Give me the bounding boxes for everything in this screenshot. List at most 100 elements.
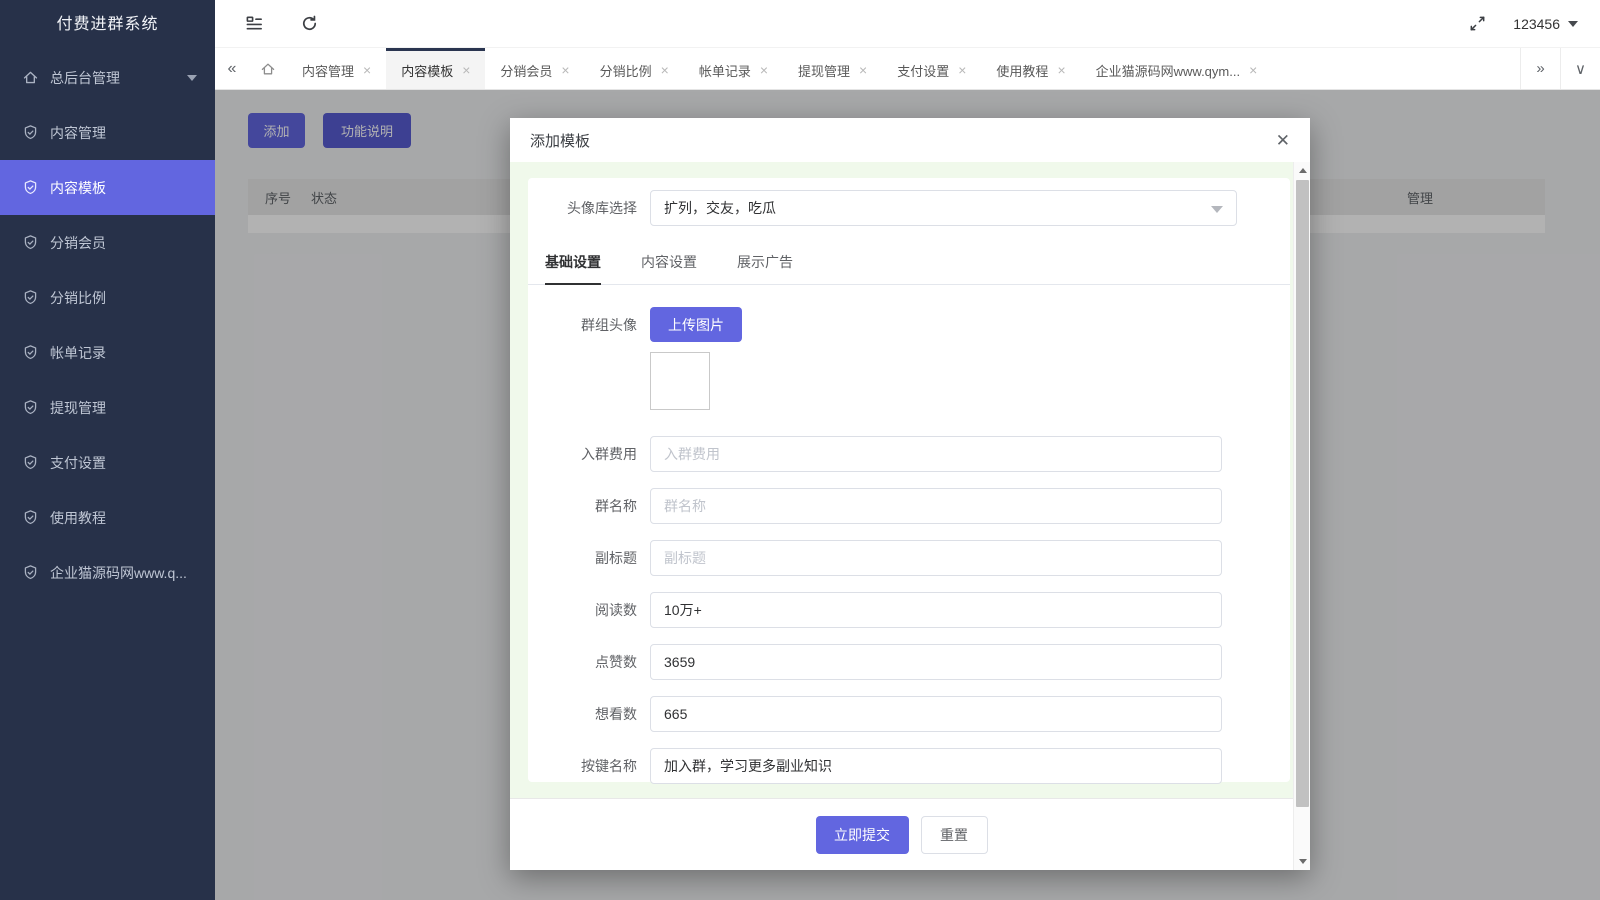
shield-check-icon: [22, 124, 39, 141]
avatar-preview-box[interactable]: [650, 352, 710, 410]
add-template-modal: 添加模板 ✕ 头像库选择 扩列，交友，吃瓜 基础设置 内容设置 展示广告: [510, 118, 1310, 870]
join-fee-input[interactable]: [650, 436, 1222, 472]
close-icon[interactable]: ×: [661, 63, 669, 77]
shield-check-icon: [22, 234, 39, 251]
sidebar-item-label: 内容管理: [50, 123, 106, 143]
topbar-right-group: 123456: [1468, 14, 1578, 33]
shield-check-icon: [22, 179, 39, 196]
shield-check-icon: [22, 509, 39, 526]
tabs-more-button[interactable]: ∨: [1560, 48, 1600, 89]
sidebar-item-usage-tutorial[interactable]: 使用教程: [0, 490, 215, 545]
read-count-input[interactable]: [650, 592, 1222, 628]
tabs-scroll-right-button[interactable]: »: [1520, 48, 1560, 89]
sidebar-fold-icon[interactable]: [245, 14, 264, 33]
modal-footer: 立即提交 重置: [510, 798, 1293, 870]
sidebar-item-content-manage[interactable]: 内容管理: [0, 105, 215, 160]
close-icon[interactable]: ×: [1249, 63, 1257, 77]
close-icon[interactable]: ×: [859, 63, 867, 77]
tab-label: 分销比例: [600, 61, 652, 80]
close-icon[interactable]: ✕: [1276, 132, 1290, 149]
app-title: 付费进群系统: [0, 0, 215, 50]
triangle-up-icon: [1299, 168, 1307, 173]
join-fee-row: 入群费用: [528, 436, 1290, 472]
upload-image-button[interactable]: 上传图片: [650, 307, 742, 342]
field-label: 按键名称: [528, 756, 650, 776]
like-count-row: 点赞数: [528, 644, 1290, 680]
close-icon[interactable]: ×: [462, 63, 470, 77]
like-count-input[interactable]: [650, 644, 1222, 680]
tab-content-manage[interactable]: 内容管理 ×: [287, 48, 386, 89]
tab-content-template[interactable]: 内容模板 ×: [386, 48, 485, 89]
chevron-down-icon: [187, 75, 197, 81]
read-count-row: 阅读数: [528, 592, 1290, 628]
sidebar-item-distributor-ratio[interactable]: 分销比例: [0, 270, 215, 325]
tab-content-settings[interactable]: 内容设置: [641, 252, 697, 285]
field-label: 群组头像: [528, 315, 650, 335]
shield-check-icon: [22, 289, 39, 306]
tab-label: 内容管理: [302, 61, 354, 80]
avatar-library-row: 头像库选择 扩列，交友，吃瓜: [528, 190, 1290, 226]
user-dropdown[interactable]: 123456: [1513, 16, 1578, 32]
tab-withdraw-manage[interactable]: 提现管理 ×: [783, 48, 882, 89]
close-icon[interactable]: ×: [1057, 63, 1065, 77]
modal-header: 添加模板 ✕: [510, 118, 1310, 162]
tab-label: 帐单记录: [699, 61, 751, 80]
sidebar-item-withdraw-manage[interactable]: 提现管理: [0, 380, 215, 435]
scroll-up-button[interactable]: [1294, 162, 1311, 179]
tab-basic-settings[interactable]: 基础设置: [545, 252, 601, 285]
close-icon[interactable]: ×: [561, 63, 569, 77]
scrollbar-thumb[interactable]: [1296, 180, 1309, 807]
close-icon[interactable]: ×: [363, 63, 371, 77]
modal-tabs: 基础设置 内容设置 展示广告: [528, 242, 1290, 285]
tab-label: 提现管理: [798, 61, 850, 80]
shield-check-icon: [22, 344, 39, 361]
field-label: 群名称: [528, 496, 650, 516]
tab-source-site[interactable]: 企业猫源码网www.qym... ×: [1081, 48, 1273, 89]
top-header-bar: 123456: [215, 0, 1600, 48]
sidebar-item-payment-settings[interactable]: 支付设置: [0, 435, 215, 490]
tabs-scroll-left-button[interactable]: «: [215, 48, 249, 89]
want-see-count-row: 想看数: [528, 696, 1290, 732]
modal-scroll-area: 头像库选择 扩列，交友，吃瓜 基础设置 内容设置 展示广告 群组头像 上传图片: [510, 162, 1310, 870]
field-label: 点赞数: [528, 652, 650, 672]
tab-display-ads[interactable]: 展示广告: [737, 252, 793, 285]
modal-scrollbar[interactable]: [1293, 162, 1310, 870]
subtitle-row: 副标题: [528, 540, 1290, 576]
sidebar-item-admin-root[interactable]: 总后台管理: [0, 50, 215, 105]
tab-distributor-ratio[interactable]: 分销比例 ×: [585, 48, 684, 89]
sidebar-item-bill-record[interactable]: 帐单记录: [0, 325, 215, 380]
group-name-row: 群名称: [528, 488, 1290, 524]
select-value: 扩列，交友，吃瓜: [664, 198, 776, 218]
field-label: 副标题: [528, 548, 650, 568]
button-name-input[interactable]: [650, 748, 1222, 784]
refresh-icon[interactable]: [300, 14, 319, 33]
modal-body: 头像库选择 扩列，交友，吃瓜 基础设置 内容设置 展示广告 群组头像 上传图片: [510, 162, 1293, 798]
sidebar-item-source-site[interactable]: 企业猫源码网www.q...: [0, 545, 215, 600]
shield-check-icon: [22, 454, 39, 471]
close-icon[interactable]: ×: [958, 63, 966, 77]
sidebar-item-distributor-member[interactable]: 分销会员: [0, 215, 215, 270]
sidebar-item-label: 分销比例: [50, 288, 106, 308]
tab-controls: » ∨: [1520, 48, 1600, 89]
submit-button[interactable]: 立即提交: [816, 816, 909, 854]
subtitle-input[interactable]: [650, 540, 1222, 576]
want-see-count-input[interactable]: [650, 696, 1222, 732]
tab-bill-record[interactable]: 帐单记录 ×: [684, 48, 783, 89]
tab-usage-tutorial[interactable]: 使用教程 ×: [981, 48, 1080, 89]
tab-home[interactable]: [249, 48, 287, 89]
close-icon[interactable]: ×: [760, 63, 768, 77]
group-name-input[interactable]: [650, 488, 1222, 524]
sidebar-item-label: 帐单记录: [50, 343, 106, 363]
scroll-down-button[interactable]: [1294, 853, 1311, 870]
tab-distributor-member[interactable]: 分销会员 ×: [485, 48, 584, 89]
shield-check-icon: [22, 399, 39, 416]
sidebar-item-label: 企业猫源码网www.q...: [50, 563, 187, 583]
sidebar-item-content-template[interactable]: 内容模板: [0, 160, 215, 215]
chevron-down-icon: [1211, 206, 1223, 213]
home-icon: [260, 61, 276, 77]
avatar-library-select[interactable]: 扩列，交友，吃瓜: [650, 190, 1237, 226]
reset-button[interactable]: 重置: [921, 816, 988, 854]
tab-payment-settings[interactable]: 支付设置 ×: [882, 48, 981, 89]
fullscreen-icon[interactable]: [1468, 14, 1487, 33]
sidebar-item-label: 总后台管理: [50, 68, 120, 88]
